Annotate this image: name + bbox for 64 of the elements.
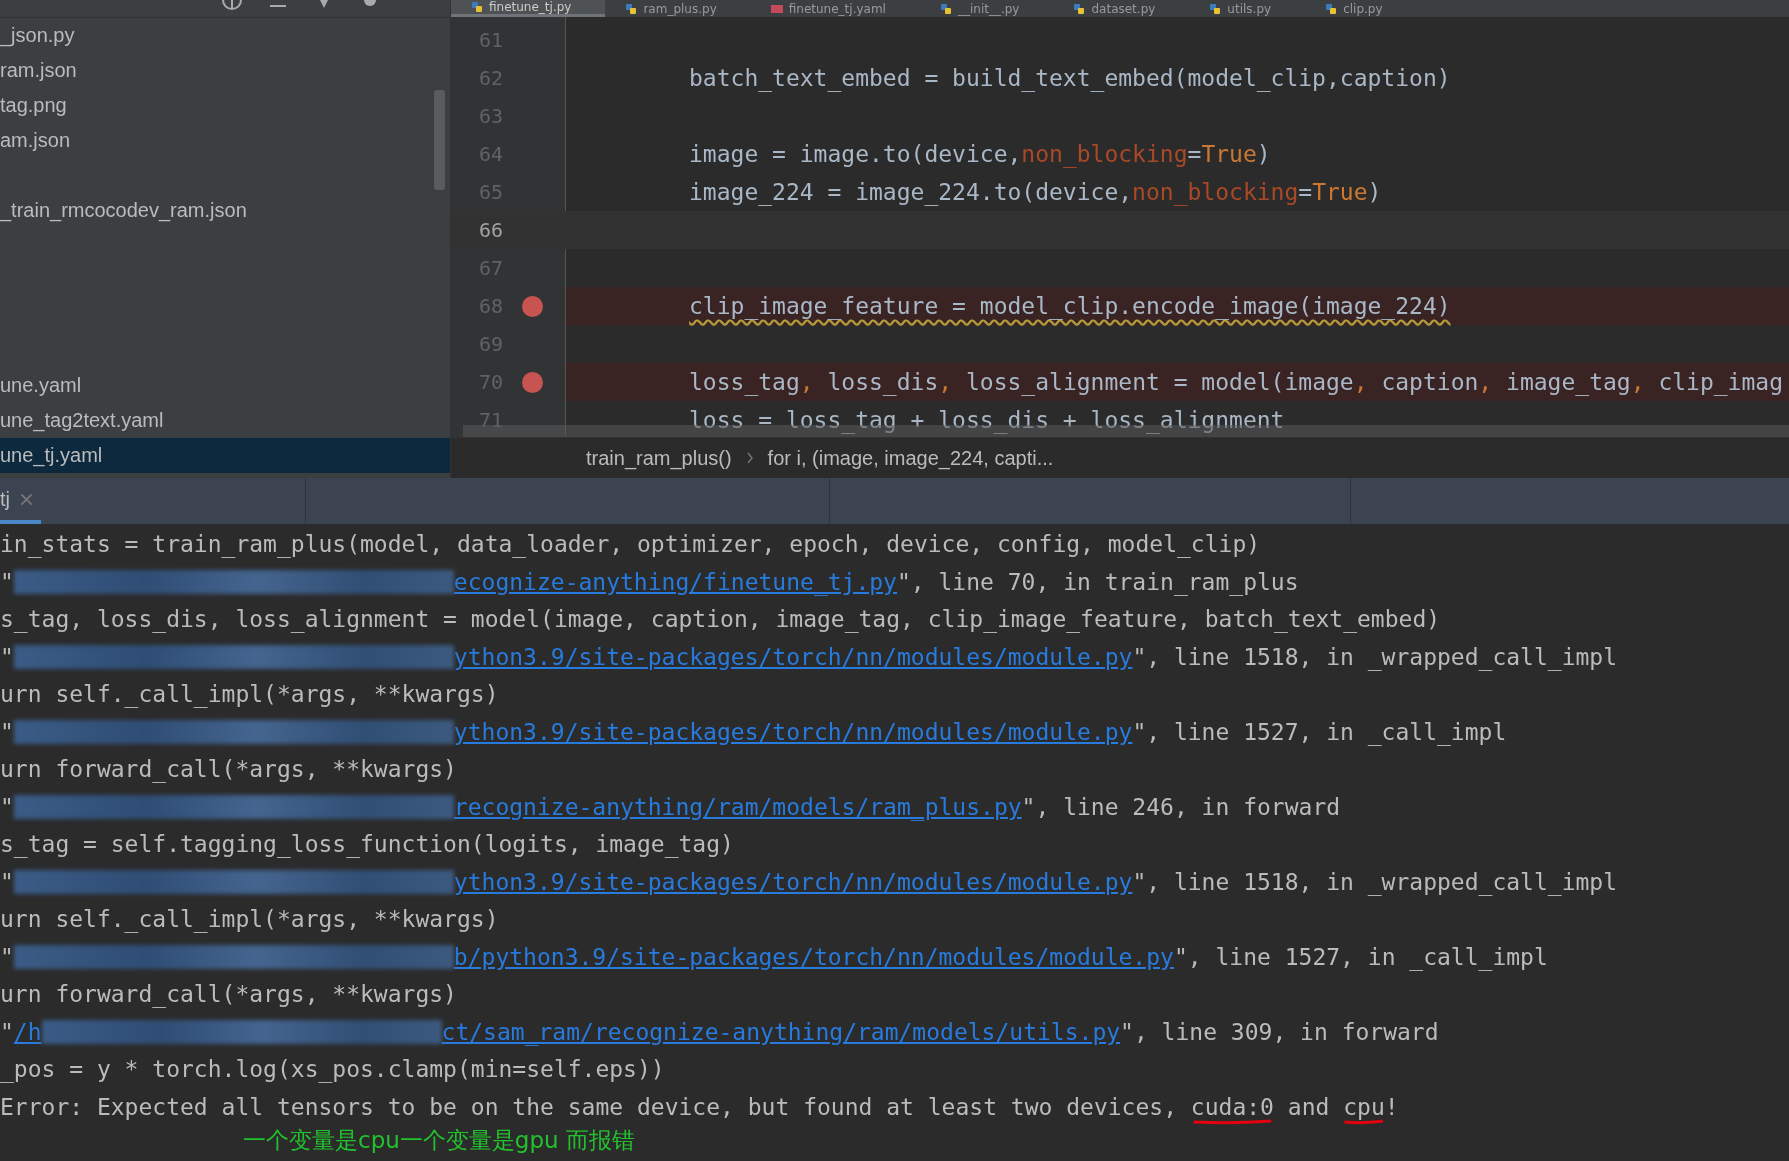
python-file-icon [1073, 2, 1086, 15]
file-link[interactable]: ct/sam_ram/recognize-anything/ram/models/utils.py [441, 1013, 1121, 1051]
breadcrumb[interactable]: for i, (image, image_224, capti... [767, 446, 1054, 470]
file-item[interactable]: _train_rmcocodev_ram.json [0, 193, 450, 228]
python-file-icon [471, 1, 483, 13]
console-line: in_stats = train_ram_plus(model, data_loader, optimizer, epoch, device, config, model_clip) [0, 530, 1262, 560]
annotation-text: 一个变量是cpu一个变量是gpu 而报错 [243, 1126, 636, 1154]
code-line: batch_text_embed = build_text_embed(model_clip,caption) [689, 65, 1451, 91]
file-link[interactable]: ython3.9/site-packages/torch/nn/modules/module.py [453, 713, 1133, 751]
breakpoint-icon[interactable] [521, 295, 543, 317]
file-item[interactable]: une_tag2text.yaml [0, 403, 450, 438]
file-item[interactable]: tag.png [0, 88, 450, 123]
python-file-icon [625, 2, 638, 15]
underline-mark [1343, 1118, 1385, 1126]
chevron-icon [745, 452, 754, 464]
file-link[interactable]: recognize-anything/ram/models/ram_plus.py [453, 788, 1022, 826]
breadcrumb[interactable]: train_ram_plus() [586, 446, 732, 470]
breakpoint-icon[interactable] [521, 371, 543, 393]
console-line: " ython3.9/site-packages/torch/nn/modules/module.py", line 1518, in _wrapped_call_impl [0, 638, 1789, 676]
console-line: " ython3.9/site-packages/torch/nn/modules/module.py", line 1527, in _call_impl [0, 713, 1789, 751]
code-line: loss_tag, loss_dis, loss_alignment = model(image, caption, image_tag, clip_imag [689, 369, 1783, 395]
python-file-icon [1209, 2, 1222, 15]
editor-tab[interactable]: finetune_tj.yaml [750, 0, 920, 17]
code-line: image_224 = image_224.to(device,non_blocking=True) [689, 179, 1382, 205]
file-item[interactable]: une_tj.yaml [0, 438, 450, 473]
console-line: " ython3.9/site-packages/torch/nn/modules/module.py", line 1518, in _wrapped_call_impl [0, 863, 1789, 901]
console-line: Error: Expected all tensors to be on the same device, but found at least two devices, cuda:0 and cpu! [0, 1088, 1789, 1126]
editor-tab[interactable]: clip.py [1305, 0, 1417, 17]
file-item[interactable]: _json.py [0, 18, 450, 53]
console-line: " recognize-anything/ram/models/ram_plus.py", line 246, in forward [0, 788, 1789, 826]
file-link[interactable]: ecognize-anything/finetune_tj.py [453, 563, 897, 601]
file-link[interactable]: ython3.9/site-packages/torch/nn/modules/module.py [453, 638, 1133, 676]
file-link[interactable]: /h [13, 1013, 42, 1051]
file-link[interactable]: b/python3.9/site-packages/torch/nn/modules/module.py [453, 938, 1174, 976]
console-line: urn forward_call(*args, **kwargs) [0, 755, 458, 785]
editor-tab[interactable]: finetune_tj.py [451, 0, 606, 17]
editor-tab[interactable]: utils.py [1189, 0, 1306, 17]
line-number: 66 [477, 218, 503, 242]
console-line: urn forward_call(*args, **kwargs) [0, 980, 458, 1010]
code-line: image = image.to(device,non_blocking=True) [689, 141, 1271, 167]
file-item[interactable]: ram.json [0, 53, 450, 88]
console-line: s_tag = self.tagging_loss_function(logits, image_tag) [0, 830, 735, 860]
console-line: " b/python3.9/site-packages/torch/nn/modules/module.py", line 1527, in _call_impl [0, 938, 1789, 976]
code-line: loss = loss_tag + loss_dis + loss_alignment [689, 407, 1285, 433]
code-line: clip_image_feature = model_clip.encode_image(image_224) [689, 293, 1451, 319]
globe-icon[interactable] [222, 0, 242, 12]
yaml-file-icon [770, 2, 783, 15]
file-item[interactable]: am.json [0, 123, 450, 158]
console-line: " ecognize-anything/finetune_tj.py", line 70, in train_ram_plus [0, 563, 1789, 601]
editor-tab[interactable]: dataset.py [1053, 0, 1190, 17]
console-line: _pos = y * torch.log(xs_pos.clamp(min=self.eps)) [0, 1055, 666, 1085]
run-tab[interactable]: tj [0, 478, 41, 524]
file-item[interactable]: une.yaml [0, 368, 450, 403]
console-line: urn self._call_impl(*args, **kwargs) [0, 680, 500, 710]
file-link[interactable]: ython3.9/site-packages/torch/nn/modules/module.py [453, 863, 1133, 901]
console-line: urn self._call_impl(*args, **kwargs) [0, 905, 500, 935]
editor-tab[interactable]: __init__.py [919, 0, 1054, 17]
python-file-icon [1325, 2, 1338, 15]
console-line: "/h ct/sam_ram/recognize-anything/ram/models/utils.py", line 309, in forward [0, 1013, 1789, 1051]
scrollbar[interactable] [434, 90, 445, 190]
console-line: s_tag, loss_dis, loss_alignment = model(image, caption, image_tag, clip_image_feature, batch_text_embed) [0, 605, 1442, 635]
python-file-icon [939, 2, 952, 15]
editor-tab[interactable]: ram_plus.py [605, 0, 751, 17]
close-icon[interactable] [20, 492, 33, 506]
